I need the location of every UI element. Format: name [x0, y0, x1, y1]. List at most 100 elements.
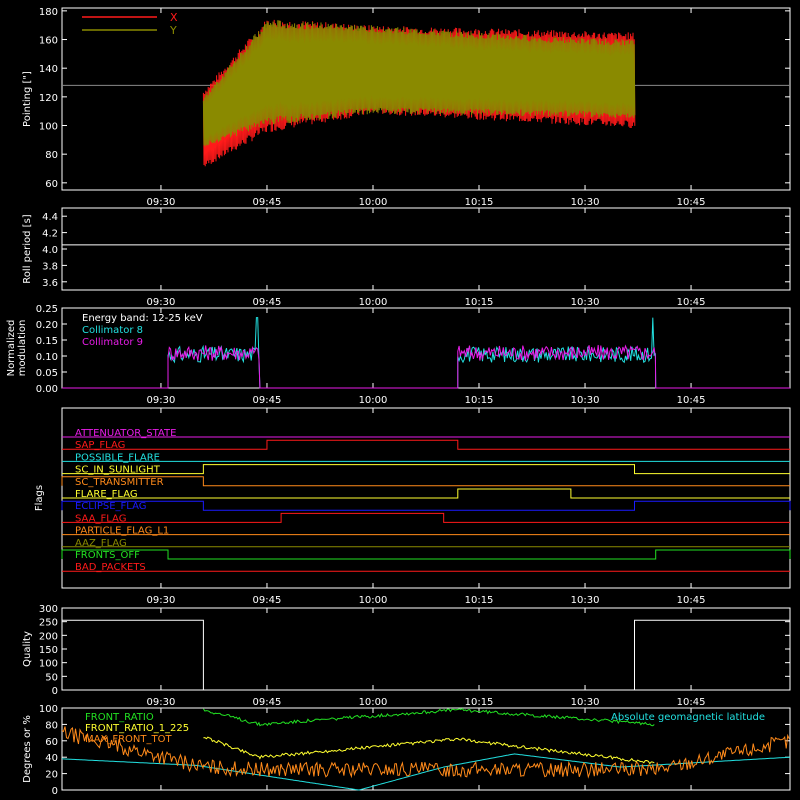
quality-line	[62, 619, 790, 691]
modulation-ytick-label: 0.00	[36, 384, 58, 395]
pointing-legend-label-x: X	[170, 11, 178, 24]
flags-xtick-label: 10:45	[677, 595, 706, 606]
degrees-ytick-label: 40	[45, 753, 58, 764]
roll-ytick-label: 3.8	[42, 261, 58, 272]
quality-ytick-label: 250	[39, 618, 58, 629]
flag-label-fronts-off: FRONTS_OFF	[75, 550, 140, 561]
modulation-xtick-label: 09:45	[253, 395, 282, 406]
quality-xtick-label: 10:45	[677, 697, 706, 708]
degrees-series-front-ratio-1-225	[203, 736, 655, 765]
flag-label-flare-flag: FLARE_FLAG	[75, 489, 138, 500]
quality-panel: 0 50 100 150 200 250 300 09:30 09:45 10:00 10:15 10…	[22, 604, 791, 708]
modulation-series-collimator-9	[62, 344, 790, 389]
degrees-panel: 0 20 40 60 80 100 Degrees or % FRONT_RATIOFRONT…	[22, 704, 791, 797]
degrees-legend-front-ratio: FRONT_RATIO	[85, 712, 154, 723]
modulation-xtick-label: 10:00	[359, 395, 388, 406]
flag-label-sc-transmitter: SC_TRANSMITTER	[75, 477, 164, 488]
flag-label-attenuator-state: ATTENUATOR_STATE	[75, 428, 176, 439]
flags-xtick-label: 10:00	[359, 595, 388, 606]
quality-ytick-label: 300	[39, 604, 58, 615]
modulation-ytick-label: 0.10	[36, 352, 58, 363]
flag-line-flare-flag	[62, 488, 790, 499]
flags-ylabel: Flags	[34, 485, 45, 511]
flag-label-aaz-flag: AAZ_FLAG	[75, 538, 127, 549]
flag-label-sc-in-sunlight: SC_IN_SUNLIGHT	[75, 465, 161, 476]
modulation-ytick-label: 0.05	[36, 368, 58, 379]
pointing-ylabel: Pointing ["]	[22, 71, 33, 127]
modulation-panel: 0.00 0.05 0.10 0.15 0.20 0.25 09:30 09:45 10:00 1…	[6, 304, 791, 406]
flag-label-particle-flag-l1: PARTICLE_FLAG_L1	[75, 526, 169, 537]
modulation-xtick-label: 10:45	[677, 395, 706, 406]
flag-label-sap-flag: SAP_FLAG	[75, 440, 125, 451]
modulation-xtick-label: 10:30	[571, 395, 600, 406]
degrees-ytick-label: 0	[52, 786, 58, 797]
modulation-ytick-label: 0.25	[36, 304, 58, 315]
pointing-ytick-label: 60	[45, 179, 58, 190]
roll-ytick-label: 4.2	[42, 229, 58, 240]
degrees-series-front-ratio	[202, 707, 655, 727]
flag-line-fronts-off	[61, 549, 791, 560]
degrees-ytick-label: 80	[45, 720, 58, 731]
quality-ytick-label: 100	[39, 659, 58, 670]
quality-xtick-label: 10:00	[359, 697, 388, 708]
roll-ylabel: Roll period [s]	[22, 214, 33, 283]
modulation-xtick-label: 10:15	[465, 395, 494, 406]
pointing-ytick-label: 120	[39, 93, 58, 104]
degrees-annotation-geomagnetic: Absolute geomagnetic latitude	[611, 712, 765, 723]
degrees-ylabel: Degrees or %	[22, 715, 33, 783]
pointing-xtick-label: 10:45	[677, 197, 706, 208]
flag-line-saa-flag	[62, 512, 790, 523]
roll-ytick-label: 4.0	[42, 245, 58, 256]
modulation-ylabel-line1: Normalized	[6, 320, 17, 377]
roll-xtick-label: 10:45	[677, 297, 706, 308]
flag-label-possible-flare: POSSIBLE_FLARE	[75, 452, 160, 463]
modulation-ytick-label: 0.15	[36, 336, 58, 347]
quality-ytick-label: 50	[45, 672, 58, 683]
flag-line-eclipse-flag	[61, 500, 791, 511]
degrees-legend-front-ratio-1-225: FRONT_RATIO_1_225	[85, 723, 189, 734]
degrees-legend-max-front-tot: MAX_FRONT_TOT	[85, 734, 172, 745]
roll-plot-frame	[61, 207, 791, 291]
pointing-xtick-label: 09:45	[253, 197, 282, 208]
flag-line-sc-transmitter	[61, 476, 790, 487]
roll-xtick-label: 10:00	[359, 297, 388, 308]
roll-xtick-label: 10:15	[465, 297, 494, 308]
degrees-ytick-label: 60	[45, 737, 58, 748]
quality-ytick-label: 150	[39, 645, 58, 656]
stix-quicklook-figure: 60 80 100 120 140 160 180 09:30 09:45 10:00 10:15 1…	[6, 7, 791, 797]
flag-label-saa-flag: SAA_FLAG	[75, 513, 126, 524]
flags-xtick-label: 09:45	[253, 595, 282, 606]
quality-ylabel: Quality	[22, 631, 33, 667]
flags-xtick-label: 10:15	[465, 595, 494, 606]
modulation-legend-8: Collimator 8	[82, 325, 143, 336]
quality-ytick-label: 0	[52, 686, 58, 697]
pointing-ytick-label: 160	[39, 36, 58, 47]
roll-period-panel: 3.6 3.8 4.0 4.2 4.4 09:30 09:45 10:00 10:15 10:30…	[22, 207, 791, 308]
modulation-xtick-label: 09:30	[147, 395, 176, 406]
pointing-xtick-label: 10:00	[359, 197, 388, 208]
roll-xtick-label: 09:30	[147, 297, 176, 308]
roll-ytick-label: 3.6	[42, 278, 58, 289]
pointing-panel: 60 80 100 120 140 160 180 09:30 09:45 10:00 10:15 1…	[22, 7, 791, 208]
quality-xtick-label: 09:30	[147, 697, 176, 708]
quality-ytick-label: 200	[39, 631, 58, 642]
modulation-ytick-label: 0.20	[36, 320, 58, 331]
quality-xtick-label: 10:30	[571, 697, 600, 708]
flag-line-sc-in-sunlight	[62, 464, 790, 475]
roll-ytick-label: 4.4	[42, 212, 58, 223]
roll-xtick-label: 09:45	[253, 297, 282, 308]
modulation-legend-9: Collimator 9	[82, 337, 143, 348]
roll-xtick-label: 10:30	[571, 297, 600, 308]
pointing-ytick-label: 80	[45, 150, 58, 161]
flags-xtick-label: 09:30	[147, 595, 176, 606]
modulation-energy-band: Energy band: 12-25 keV	[82, 313, 203, 324]
pointing-ytick-label: 100	[39, 122, 58, 133]
quality-xtick-label: 09:45	[253, 697, 282, 708]
degrees-ytick-label: 100	[39, 704, 58, 715]
modulation-ylabel-line2: modulation	[17, 320, 28, 377]
pointing-xtick-label: 09:30	[147, 197, 176, 208]
pointing-ytick-label: 180	[39, 7, 58, 18]
pointing-xtick-label: 10:15	[465, 197, 494, 208]
flag-label-bad-packets: BAD_PACKETS	[75, 562, 146, 573]
quality-xtick-label: 10:15	[465, 697, 494, 708]
